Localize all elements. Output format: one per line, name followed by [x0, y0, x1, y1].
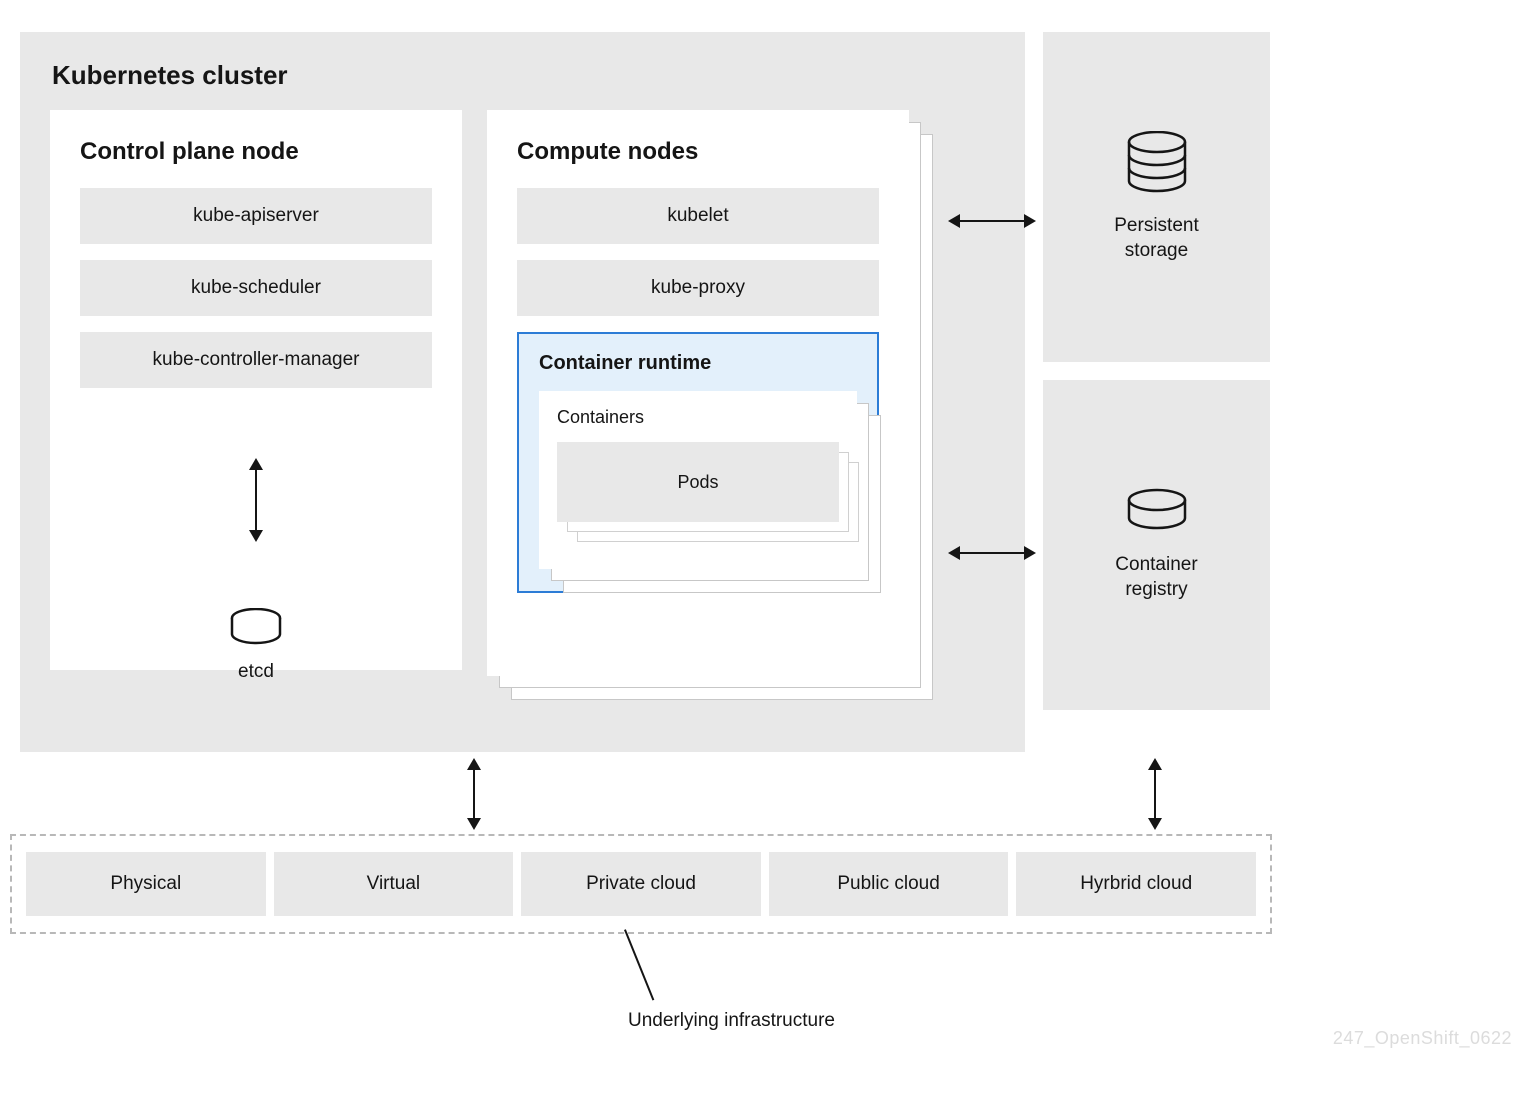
component-kubelet: kubelet — [517, 188, 879, 244]
containers-label: Containers — [557, 407, 839, 428]
infrastructure-caption: Underlying infrastructure — [628, 1010, 835, 1032]
etcd-area: etcd — [50, 468, 462, 683]
registry-icon — [1122, 488, 1192, 537]
etcd-label: etcd — [50, 661, 462, 683]
storage-label: Persistentstorage — [1114, 214, 1198, 263]
pods-box: Pods — [557, 442, 839, 522]
arrow-cluster-infra — [473, 768, 475, 820]
arrow-cluster-registry — [958, 552, 1026, 554]
containers-stack: Containers Pods — [539, 391, 857, 569]
watermark-label: 247_OpenShift_0622 — [1333, 1028, 1512, 1049]
infra-virtual: Virtual — [274, 852, 514, 916]
pods-stack: Pods — [557, 442, 839, 522]
compute-node-panel: Compute nodes kubelet kube-proxy Contain… — [487, 110, 909, 676]
component-kube-apiserver: kube-apiserver — [80, 188, 432, 244]
cluster-title: Kubernetes cluster — [52, 60, 993, 91]
arrow-controlplane-etcd — [255, 468, 257, 532]
infra-hybrid-cloud: Hyrbrid cloud — [1016, 852, 1256, 916]
compute-nodes-title: Compute nodes — [517, 138, 879, 166]
container-registry-box: Containerregistry — [1043, 380, 1270, 710]
caption-connector — [624, 929, 654, 1000]
component-kube-controller-manager: kube-controller-manager — [80, 332, 432, 388]
diagram-canvas: Kubernetes cluster Control plane node ku… — [0, 0, 1520, 1093]
containers-panel: Containers Pods — [539, 391, 857, 569]
persistent-storage-box: Persistentstorage — [1043, 32, 1270, 362]
registry-label: Containerregistry — [1115, 553, 1197, 602]
infra-private-cloud: Private cloud — [521, 852, 761, 916]
infra-physical: Physical — [26, 852, 266, 916]
etcd-icon — [50, 608, 462, 651]
container-runtime-box: Container runtime Containers Pods — [517, 332, 879, 593]
storage-icon — [1122, 131, 1192, 198]
arrow-right-infra — [1154, 768, 1156, 820]
infra-public-cloud: Public cloud — [769, 852, 1009, 916]
component-kube-scheduler: kube-scheduler — [80, 260, 432, 316]
arrow-cluster-storage — [958, 220, 1026, 222]
component-kube-proxy: kube-proxy — [517, 260, 879, 316]
infrastructure-row: Physical Virtual Private cloud Public cl… — [10, 834, 1272, 934]
compute-nodes-stack: Compute nodes kubelet kube-proxy Contain… — [487, 110, 909, 676]
control-plane-panel: Control plane node kube-apiserver kube-s… — [50, 110, 462, 670]
container-runtime-title: Container runtime — [539, 352, 857, 375]
control-plane-title: Control plane node — [80, 138, 432, 166]
